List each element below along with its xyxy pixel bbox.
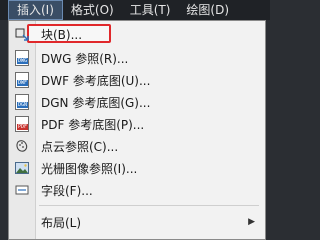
menu-item-label: 字段(F)... xyxy=(41,183,93,198)
menu-item-label: 点云参照(C)... xyxy=(41,139,119,154)
menu-item-dwg-reference[interactable]: DWG DWG 参照(R)... xyxy=(9,47,265,69)
menu-item-raster-image[interactable]: 光栅图像参照(I)... xyxy=(9,157,265,179)
block-insert-icon xyxy=(9,23,35,45)
insert-dropdown-menu: 块(B)... DWG DWG 参照(R)... DWF DWF 参考底图(U)… xyxy=(8,20,266,240)
menu-item-label: DWF 参考底图(U)... xyxy=(41,73,151,88)
menu-item-point-cloud[interactable]: 点云参照(C)... xyxy=(9,135,265,157)
menu-item-label: PDF 参考底图(P)... xyxy=(41,117,145,132)
menu-item-label: DWG 参照(R)... xyxy=(41,51,129,66)
field-icon xyxy=(9,179,35,201)
menu-item-pdf-underlay[interactable]: PDF PDF 参考底图(P)... xyxy=(9,113,265,135)
menu-separator xyxy=(39,205,259,206)
empty-icon-slot xyxy=(9,211,35,233)
menu-item-dgn-underlay[interactable]: DGN DGN 参考底图(G)... xyxy=(9,91,265,113)
dgn-file-icon: DGN xyxy=(9,91,35,113)
menu-item-label: DGN 参考底图(G)... xyxy=(41,95,151,110)
menu-item-field[interactable]: 字段(F)... xyxy=(9,179,265,201)
point-cloud-icon xyxy=(9,135,35,157)
menu-tools[interactable]: 工具(T) xyxy=(122,0,179,20)
menu-item-dwf-underlay[interactable]: DWF DWF 参考底图(U)... xyxy=(9,69,265,91)
menu-draw[interactable]: 绘图(D) xyxy=(178,0,237,20)
dwg-file-icon: DWG xyxy=(9,47,35,69)
menu-item-block[interactable]: 块(B)... xyxy=(9,23,265,45)
pdf-file-icon: PDF xyxy=(9,113,35,135)
menu-bar: 插入(I) 格式(O) 工具(T) 绘图(D) xyxy=(0,0,270,20)
raster-image-icon xyxy=(9,157,35,179)
menu-format[interactable]: 格式(O) xyxy=(63,0,122,20)
dwf-file-icon: DWF xyxy=(9,69,35,91)
menu-item-label: 光栅图像参照(I)... xyxy=(41,161,138,176)
menu-item-layout[interactable]: 布局(L) ▶ xyxy=(9,211,265,233)
submenu-arrow-icon: ▶ xyxy=(248,217,255,227)
menu-item-label: 布局(L) xyxy=(41,215,82,230)
menu-insert[interactable]: 插入(I) xyxy=(8,0,63,20)
menu-item-label: 块(B)... xyxy=(41,27,83,42)
